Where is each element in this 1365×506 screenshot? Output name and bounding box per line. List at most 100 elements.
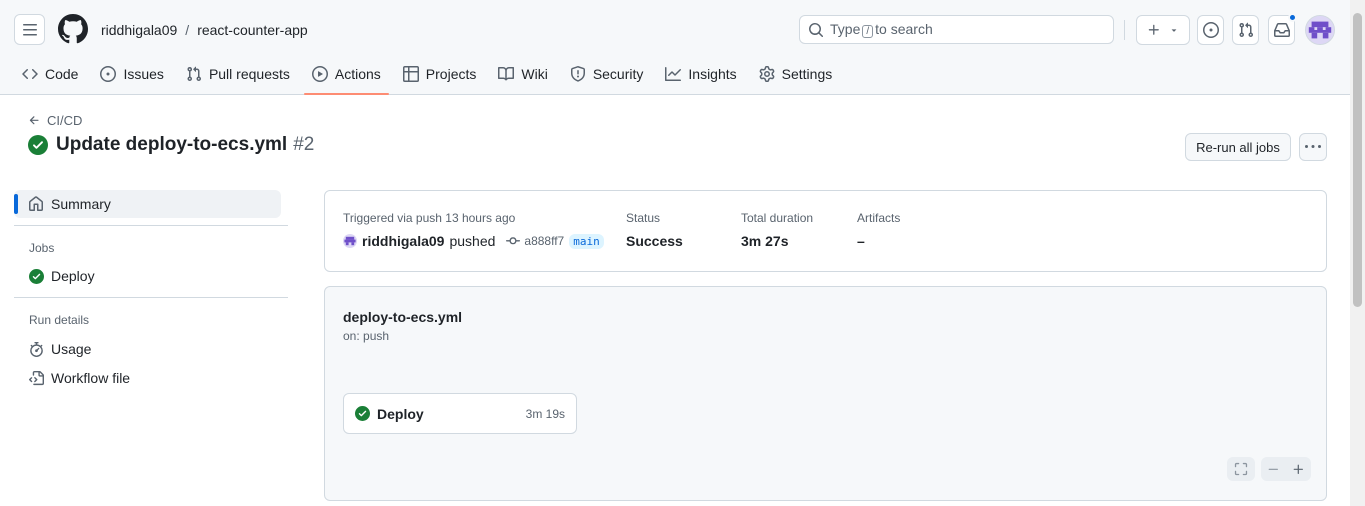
run-summary-card: Triggered via push 13 hours ago riddhiga…: [324, 190, 1327, 272]
scrollbar-thumb[interactable]: [1353, 13, 1362, 307]
sidebar-item-label: Deploy: [51, 268, 95, 284]
run-details-heading: Run details: [29, 313, 90, 327]
sidebar-divider: [14, 297, 288, 298]
branch-label[interactable]: main: [569, 233, 604, 249]
screen-full-icon: [1234, 462, 1248, 476]
search-icon: [809, 22, 824, 37]
status-caption: Status: [626, 211, 661, 225]
sidebar-item-usage[interactable]: Usage: [29, 341, 91, 357]
rerun-all-jobs-button[interactable]: Re-run all jobs: [1185, 133, 1291, 161]
more-options-button[interactable]: [1299, 133, 1327, 161]
tab-issues[interactable]: Issues: [92, 56, 171, 92]
sidebar-item-workflow-file[interactable]: Workflow file: [29, 370, 130, 386]
fullscreen-button[interactable]: [1227, 457, 1255, 481]
zoom-controls: [1261, 457, 1311, 481]
tab-label: Insights: [688, 66, 737, 82]
sidebar-item-summary[interactable]: Summary: [14, 190, 281, 218]
jobs-heading: Jobs: [29, 241, 55, 255]
back-link-label: CI/CD: [47, 113, 83, 128]
git-pull-request-icon: [1238, 22, 1253, 38]
tab-projects[interactable]: Projects: [395, 56, 485, 92]
plus-icon: [1148, 24, 1159, 35]
artifacts-value: –: [857, 233, 865, 249]
workflow-graph: deploy-to-ecs.yml on: push Deploy 3m 19s: [324, 286, 1327, 501]
status-value: Success: [626, 233, 683, 249]
issue-opened-icon: [1202, 22, 1219, 38]
duration-value: 3m 27s: [741, 233, 789, 249]
identicon-icon: [1306, 16, 1334, 44]
sidebar-item-label: Usage: [51, 341, 92, 357]
tab-settings[interactable]: Settings: [751, 56, 841, 92]
repo-navigation: Code Issues Pull requests Actions Projec…: [14, 56, 846, 95]
page-scrollbar[interactable]: [1350, 0, 1365, 506]
tab-wiki[interactable]: Wiki: [490, 56, 555, 92]
tab-code[interactable]: Code: [14, 56, 86, 92]
sidebar-item-label: Summary: [51, 196, 111, 212]
book-icon: [498, 66, 515, 81]
trigger-action: pushed: [449, 233, 496, 249]
unread-indicator: [1288, 13, 1297, 22]
tab-label: Pull requests: [208, 66, 290, 82]
zoom-out-icon[interactable]: [1267, 463, 1280, 476]
tab-security[interactable]: Security: [562, 56, 652, 92]
check-circle-fill-icon: [28, 135, 48, 155]
tab-label: Projects: [425, 66, 477, 82]
issue-opened-icon: [100, 66, 117, 82]
table-icon: [402, 66, 419, 82]
arrow-left-icon: [29, 116, 39, 125]
job-name: Deploy: [377, 405, 424, 422]
notifications-button[interactable]: [1268, 13, 1297, 45]
page-title: Update deploy-to-ecs.yml #2: [28, 134, 314, 156]
breadcrumb-separator: /: [185, 22, 190, 38]
search-placeholder-pre: Type: [830, 21, 861, 37]
sidebar-item-deploy[interactable]: Deploy: [29, 268, 95, 284]
issues-button[interactable]: [1197, 15, 1224, 45]
actor-link[interactable]: riddhigala09: [362, 233, 444, 249]
menu-button[interactable]: [14, 14, 45, 45]
tab-actions[interactable]: Actions: [303, 56, 389, 95]
sidebar-item-label: Workflow file: [51, 370, 131, 386]
code-icon: [22, 68, 38, 80]
commit-sha: a888ff7: [524, 234, 565, 248]
run-number: #2: [293, 134, 315, 155]
header-divider: [1124, 20, 1125, 40]
git-pull-request-icon: [187, 66, 201, 82]
artifacts-caption: Artifacts: [857, 211, 901, 225]
back-link[interactable]: CI/CD: [28, 113, 82, 128]
kebab-horizontal-icon: [1305, 145, 1321, 148]
owner-link[interactable]: riddhigala09: [101, 22, 177, 38]
search-input[interactable]: Type / to search: [799, 15, 1114, 44]
graph-icon: [665, 67, 682, 81]
sidebar-divider: [14, 225, 288, 226]
workflow-trigger: on: push: [343, 329, 390, 343]
global-header: riddhigala09 / react-counter-app Type / to…: [0, 0, 1350, 95]
tab-label: Issues: [123, 66, 164, 82]
pull-requests-button[interactable]: [1232, 15, 1259, 45]
tab-pull-requests[interactable]: Pull requests: [178, 56, 298, 92]
commit-link[interactable]: a888ff7: [506, 234, 564, 248]
user-avatar[interactable]: [1305, 15, 1335, 45]
tab-label: Wiki: [521, 66, 548, 82]
job-duration: 3m 19s: [525, 406, 565, 421]
inbox-icon: [1273, 23, 1290, 37]
github-logo-icon[interactable]: [58, 14, 88, 44]
hamburger-icon: [22, 23, 37, 35]
triangle-down-icon: [1171, 29, 1177, 32]
repo-link[interactable]: react-counter-app: [197, 22, 308, 38]
gear-icon: [759, 66, 775, 82]
file-code-icon: [29, 370, 44, 385]
run-title: Update deploy-to-ecs.yml: [56, 134, 288, 155]
trigger-details: riddhigala09 pushed a888ff7 main: [343, 233, 604, 249]
check-circle-fill-icon: [355, 406, 370, 421]
create-new-button[interactable]: [1136, 15, 1190, 45]
zoom-in-icon[interactable]: [1292, 463, 1305, 476]
shield-icon: [570, 66, 585, 82]
tab-label: Settings: [781, 66, 833, 82]
job-card-deploy[interactable]: Deploy 3m 19s: [343, 393, 577, 434]
home-icon: [29, 196, 43, 211]
play-icon: [311, 66, 328, 82]
search-placeholder-post: to search: [875, 21, 933, 37]
duration-caption: Total duration: [741, 211, 814, 225]
tab-insights[interactable]: Insights: [657, 56, 744, 92]
search-shortcut-key: /: [862, 25, 874, 38]
